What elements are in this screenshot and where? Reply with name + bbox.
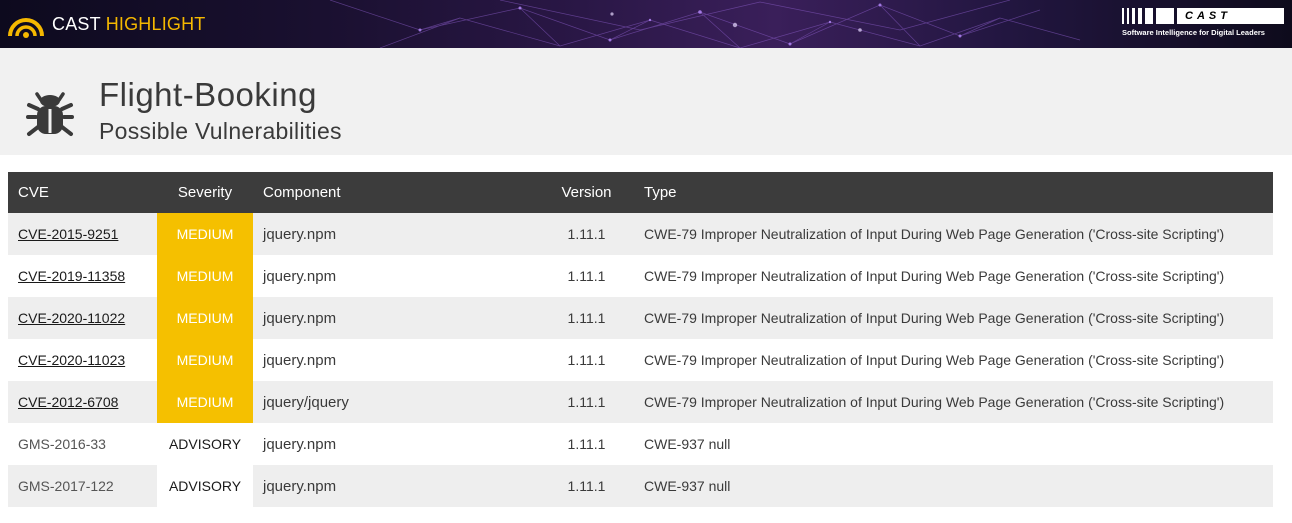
cve-cell: CVE-2020-11023 — [8, 339, 157, 381]
vulnerabilities-table: CVE Severity Component Version Type CVE-… — [8, 172, 1273, 507]
component-cell: jquery.npm — [253, 255, 539, 297]
type-cell: CWE-79 Improper Neutralization of Input … — [634, 297, 1273, 339]
cve-link[interactable]: CVE-2020-11022 — [18, 310, 125, 326]
component-cell: jquery.npm — [253, 423, 539, 465]
severity-badge: MEDIUM — [157, 381, 253, 423]
type-cell: CWE-79 Improper Neutralization of Input … — [634, 339, 1273, 381]
version-cell: 1.11.1 — [539, 255, 634, 297]
cve-cell: GMS-2016-33 — [8, 423, 157, 465]
severity-badge: MEDIUM — [157, 255, 253, 297]
cve-cell: CVE-2015-9251 — [8, 213, 157, 255]
component-cell: jquery.npm — [253, 297, 539, 339]
cve-id: GMS-2017-122 — [18, 478, 114, 494]
type-cell: CWE-79 Improper Neutralization of Input … — [634, 381, 1273, 423]
cast-barcode-mark: CAST — [1122, 8, 1284, 24]
page-title: Flight-Booking — [99, 76, 317, 113]
brand-highlight: HIGHLIGHT — [105, 13, 206, 34]
vulnerabilities-table-container: CVE Severity Component Version Type CVE-… — [8, 172, 1273, 507]
table-row: GMS-2017-122 ADVISORY jquery.npm 1.11.1 CWE-… — [8, 465, 1273, 507]
component-cell: jquery/jquery — [253, 381, 539, 423]
type-cell: CWE-937 null — [634, 465, 1273, 507]
type-cell: CWE-79 Improper Neutralization of Input … — [634, 213, 1273, 255]
cve-cell: CVE-2019-11358 — [8, 255, 157, 297]
component-cell: jquery.npm — [253, 213, 539, 255]
severity-badge: MEDIUM — [157, 297, 253, 339]
type-cell: CWE-937 null — [634, 423, 1273, 465]
cast-tagline: Software Intelligence for Digital Leader… — [1122, 28, 1265, 37]
version-cell: 1.11.1 — [539, 213, 634, 255]
table-row: CVE-2020-11023 MEDIUM jquery.npm 1.11.1 CWE-… — [8, 339, 1273, 381]
table-row: CVE-2015-9251 MEDIUM jquery.npm 1.11.1 CWE-7… — [8, 213, 1273, 255]
column-header-type[interactable]: Type — [634, 172, 1273, 213]
cve-id: GMS-2016-33 — [18, 436, 106, 452]
cast-wordmark: CAST — [1177, 8, 1284, 24]
top-banner: CAST HIGHLIGHT CAST Software Intelligenc… — [0, 0, 1292, 48]
version-cell: 1.11.1 — [539, 297, 634, 339]
cve-link[interactable]: CVE-2019-11358 — [18, 268, 125, 284]
cve-cell: CVE-2012-6708 — [8, 381, 157, 423]
column-header-version[interactable]: Version — [539, 172, 634, 213]
cve-cell: GMS-2017-122 — [8, 465, 157, 507]
table-header-row: CVE Severity Component Version Type — [8, 172, 1273, 213]
component-cell: jquery.npm — [253, 339, 539, 381]
cve-link[interactable]: CVE-2020-11023 — [18, 352, 125, 368]
cve-cell: CVE-2020-11022 — [8, 297, 157, 339]
brand-name: CAST HIGHLIGHT — [52, 14, 206, 35]
version-cell: 1.11.1 — [539, 423, 634, 465]
version-cell: 1.11.1 — [539, 465, 634, 507]
version-cell: 1.11.1 — [539, 339, 634, 381]
cve-link[interactable]: CVE-2012-6708 — [18, 394, 118, 410]
table-row: GMS-2016-33 ADVISORY jquery.npm 1.11.1 CWE-9… — [8, 423, 1273, 465]
table-row: CVE-2020-11022 MEDIUM jquery.npm 1.11.1 CWE-… — [8, 297, 1273, 339]
severity-badge: MEDIUM — [157, 339, 253, 381]
table-row: CVE-2019-11358 MEDIUM jquery.npm 1.11.1 CWE-… — [8, 255, 1273, 297]
highlight-logo-icon — [8, 18, 44, 38]
column-header-component[interactable]: Component — [253, 172, 539, 213]
table-body: CVE-2015-9251 MEDIUM jquery.npm 1.11.1 CWE-7… — [8, 213, 1273, 507]
table-row: CVE-2012-6708 MEDIUM jquery/jquery 1.11.1 CW… — [8, 381, 1273, 423]
severity-badge: ADVISORY — [157, 465, 253, 507]
cve-link[interactable]: CVE-2015-9251 — [18, 226, 118, 242]
column-header-cve[interactable]: CVE — [8, 172, 157, 213]
version-cell: 1.11.1 — [539, 381, 634, 423]
brand-cast: CAST — [52, 13, 101, 34]
cast-corporate-logo[interactable]: CAST Software Intelligence for Digital L… — [1122, 8, 1284, 42]
severity-badge: MEDIUM — [157, 213, 253, 255]
type-cell: CWE-79 Improper Neutralization of Input … — [634, 255, 1273, 297]
severity-badge: ADVISORY — [157, 423, 253, 465]
column-header-severity[interactable]: Severity — [157, 172, 253, 213]
bug-icon — [24, 88, 76, 140]
cast-highlight-logo[interactable]: CAST HIGHLIGHT — [6, 6, 206, 42]
component-cell: jquery.npm — [253, 465, 539, 507]
page-header: Flight-Booking Possible Vulnerabilities — [0, 48, 1292, 155]
page-subtitle: Possible Vulnerabilities — [99, 118, 342, 144]
